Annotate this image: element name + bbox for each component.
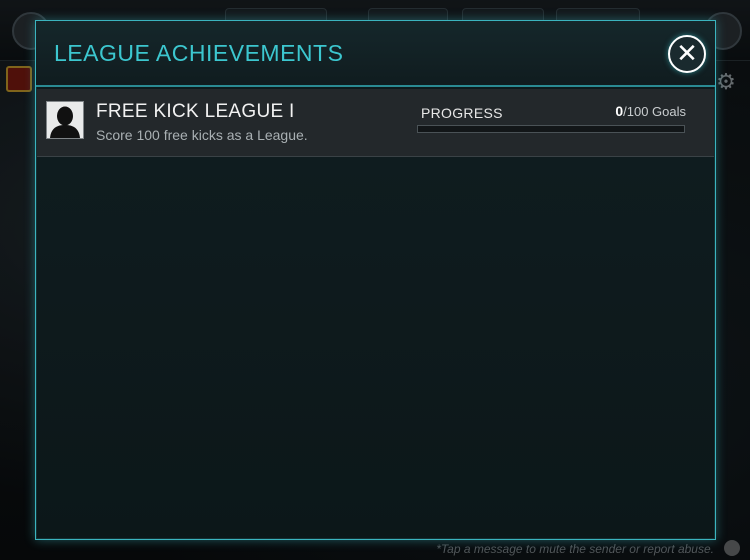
achievements-list-empty-area <box>37 157 714 538</box>
person-silhouette-icon <box>46 101 84 139</box>
achievement-row: FREE KICK LEAGUE I Score 100 free kicks … <box>37 89 714 157</box>
progress-current-value: 0 <box>615 103 624 119</box>
close-icon: ✕ <box>676 38 698 68</box>
modal-title: LEAGUE ACHIEVEMENTS <box>54 40 344 66</box>
progress-goal-text: /100 Goals <box>623 104 686 119</box>
modal-header: LEAGUE ACHIEVEMENTS ✕ <box>36 21 715 87</box>
close-button[interactable]: ✕ <box>668 35 706 73</box>
progress-bar <box>417 125 685 133</box>
achievement-title: FREE KICK LEAGUE I <box>96 101 295 122</box>
progress-label: PROGRESS <box>421 105 503 121</box>
achievement-description: Score 100 free kicks as a League. <box>96 127 308 143</box>
progress-count: 0/100 Goals <box>615 103 686 119</box>
league-achievements-modal: LEAGUE ACHIEVEMENTS ✕ FREE KICK LEAGUE I… <box>35 20 716 540</box>
